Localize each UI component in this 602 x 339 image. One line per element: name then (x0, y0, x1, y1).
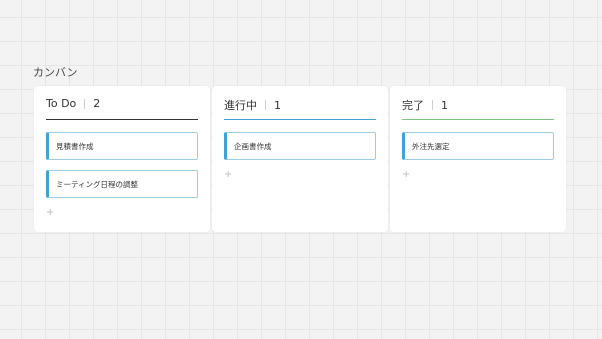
column-header: To Do 2 (46, 97, 100, 110)
column-header-divider (84, 98, 86, 109)
add-card-button[interactable]: + (46, 208, 54, 218)
card-vendor-selection[interactable]: 外注先選定 (402, 132, 554, 160)
column-rule (46, 119, 198, 120)
column-count: 1 (274, 98, 281, 112)
column-header-divider (432, 100, 433, 110)
column-title: To Do (46, 97, 77, 110)
column-header: 進行中 1 (224, 97, 281, 113)
column-title: 完了 (402, 99, 424, 112)
column-count: 1 (441, 98, 448, 112)
column-rule (224, 119, 376, 120)
column-in-progress: 進行中 1 企画書作成 + (212, 86, 388, 232)
column-header: 完了 1 (402, 97, 448, 113)
card-meeting-schedule[interactable]: ミーティング日程の調整 (46, 170, 198, 198)
column-done: 完了 1 外注先選定 + (390, 86, 566, 232)
column-header-divider (265, 100, 266, 110)
column-rule (402, 119, 554, 120)
add-card-button[interactable]: + (402, 170, 410, 180)
column-count: 2 (93, 97, 101, 110)
add-card-button[interactable]: + (224, 170, 232, 180)
card-estimate[interactable]: 見積書作成 (46, 132, 198, 160)
column-todo: To Do 2 見積書作成 ミーティング日程の調整 + (34, 86, 210, 232)
card-proposal[interactable]: 企画書作成 (224, 132, 376, 160)
board-title: カンバン (33, 66, 78, 79)
column-title: 進行中 (224, 99, 257, 112)
